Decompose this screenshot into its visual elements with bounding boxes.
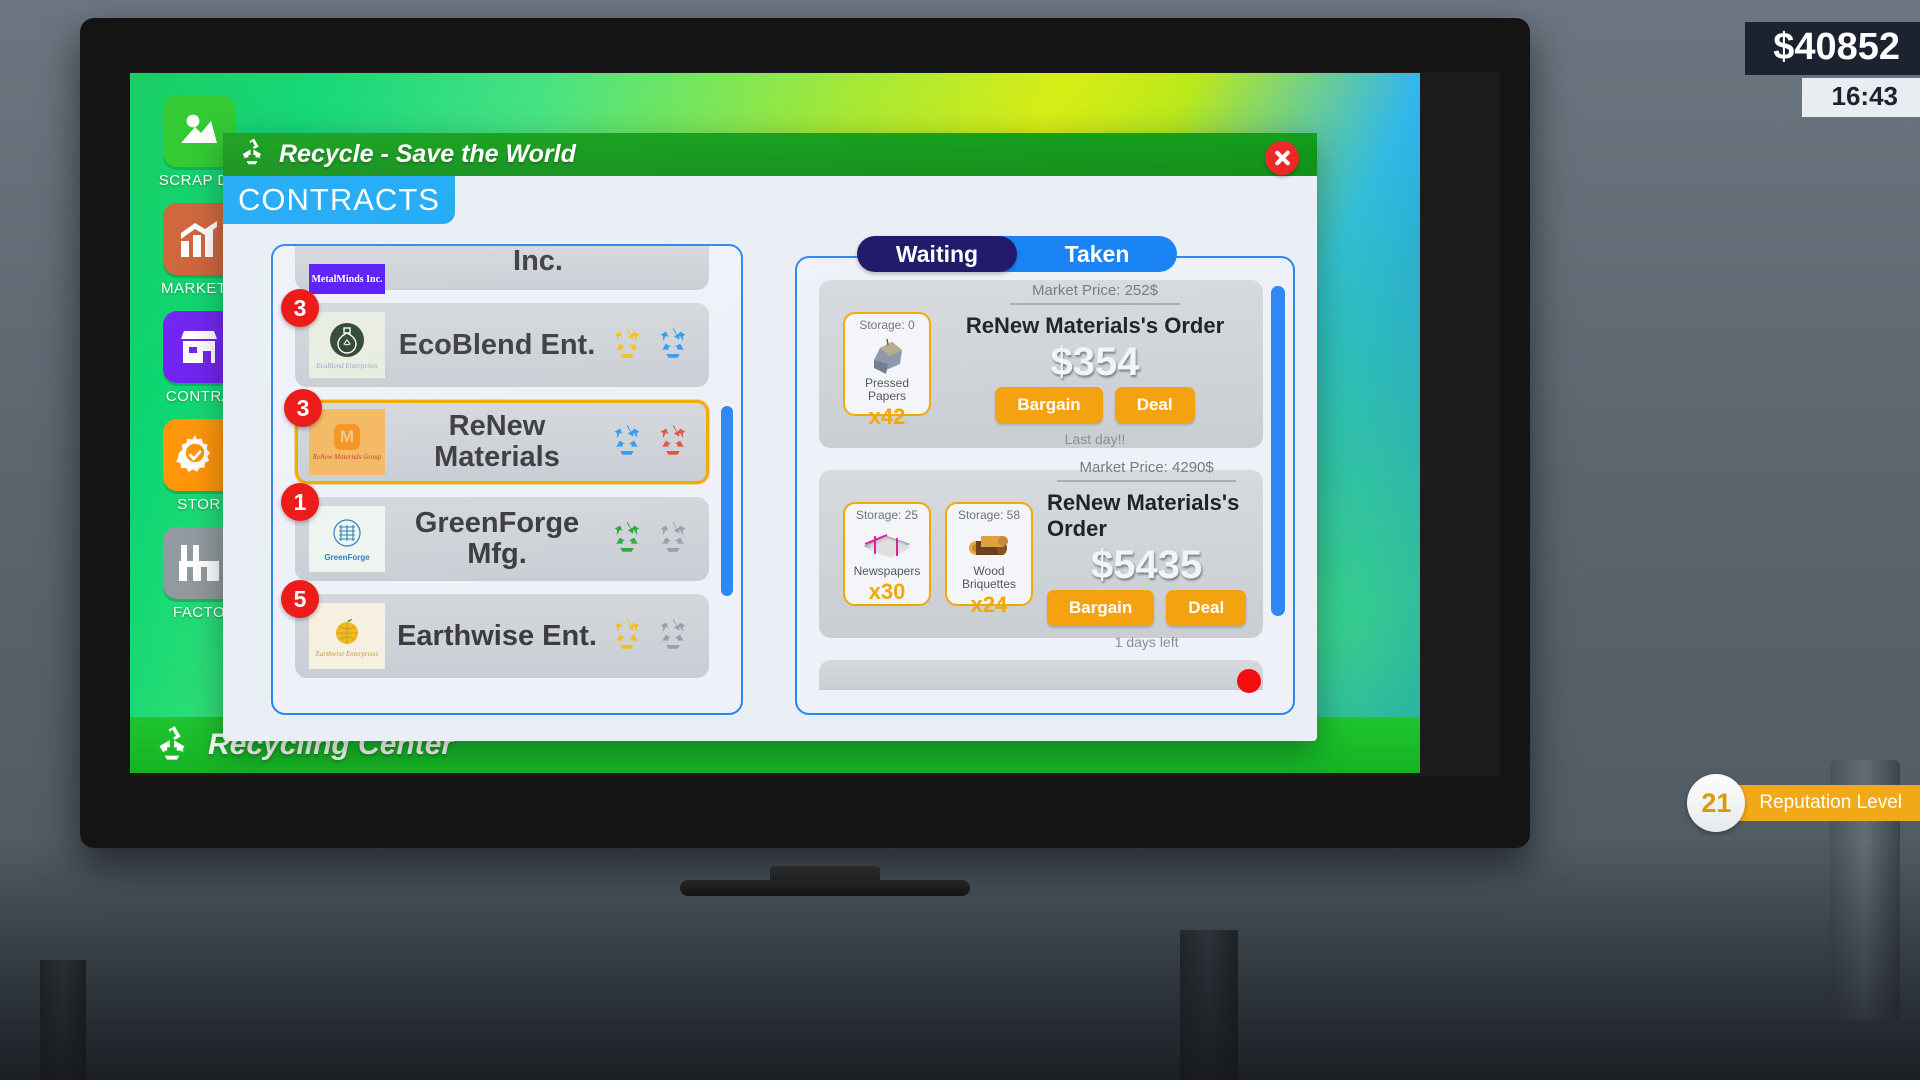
companies-list[interactable]: MetalMinds Inc. Inc. 3 EcoBlend Enterprises… [273,246,741,713]
contracts-modal: Recycle - Save the World CONTRACTS Metal… [223,133,1317,741]
company-name: Earthwise Ent. [397,619,597,652]
item-storage: Storage: 0 [859,318,915,332]
recycle-icon [609,519,645,560]
company-name: EcoBlend Ent. [398,328,596,361]
company-material-icons [609,519,695,560]
company-name: Inc. [513,245,563,277]
order-price: $354 [1050,339,1140,384]
orders-scrollbar[interactable] [1271,286,1285,616]
company-row[interactable]: 1 GreenForge GreenForge Mfg. [281,483,709,581]
orders-tab-bar[interactable]: Waiting Taken [857,236,1177,272]
recycle-icon [655,519,691,560]
order-info: Market Price: 252$ ReNew Materials's Orde… [945,282,1245,447]
hud-money: $40852 [1745,22,1920,75]
order-title: ReNew Materials's Order [1047,489,1240,541]
order-card-partial [819,660,1263,690]
order-deadline: 1 days left [1114,633,1179,650]
order-price: $5435 [1090,542,1203,587]
desk-leg-left [40,960,86,1080]
company-material-icons [609,616,695,657]
orders-panel: Storage: 0 Pressed Papers x42 Market Price:… [795,256,1295,715]
monitor: SCRAP DE MARKETP CONTRA STOR FACTO Recycling… [80,18,1530,896]
recycle-icon [655,325,691,366]
orders-tab-taken[interactable]: Taken [999,236,1177,272]
order-items: Storage: 0 Pressed Papers x42 [837,312,931,429]
bargain-button[interactable]: Bargain [1047,589,1155,626]
bargain-button[interactable]: Bargain [995,386,1103,423]
item-quantity: x24 [970,592,1008,618]
order-actions: Bargain Deal [995,386,1195,423]
order-card: Storage: 25 Newspapers x30 Storage: 58 Wood … [819,459,1263,650]
company-badge: 3 [281,289,319,327]
company-logo: Earthwise Enterprises [309,603,385,669]
item-quantity: x30 [868,579,906,605]
company-material-icons [609,325,695,366]
recycle-icon [609,616,645,657]
company-row[interactable]: 3 EcoBlend Enterprises EcoBlend Ent. [281,289,709,387]
monitor-stand-base [680,880,970,896]
recycle-icon [152,723,192,768]
tab-contracts-label: CONTRACTS [238,182,440,217]
item-name: Wood Briquettes [961,564,1017,592]
company-logo: M ReNew Materials Group [309,409,385,475]
modal-body: MetalMinds Inc. Inc. 3 EcoBlend Enterprises… [223,224,1317,741]
reputation-widget: 21 Reputation Level [1687,774,1920,832]
recycle-icon [609,422,645,463]
company-row[interactable]: MetalMinds Inc. Inc. [295,245,709,294]
item-storage: Storage: 58 [957,508,1021,522]
recycle-icon [237,137,267,172]
reputation-value: 21 [1687,774,1746,832]
company-logo: EcoBlend Enterprises [309,312,385,378]
order-item: Storage: 0 Pressed Papers x42 [843,312,931,429]
newspapers-icon [860,524,914,562]
game-screen: SCRAP DE MARKETP CONTRA STOR FACTO Recycling… [130,73,1420,773]
recycle-icon [609,325,645,366]
item-name: Pressed Papers [864,376,910,404]
company-badge: 5 [281,580,319,618]
orders-wrapper: Waiting Taken Storage: 0 Pressed Papers x42… [795,236,1295,715]
companies-scrollbar[interactable] [721,406,733,596]
order-actions: Bargain Deal [1047,589,1247,626]
order-item: Storage: 25 Newspapers x30 [843,502,931,606]
close-icon[interactable] [1265,141,1299,175]
deal-button[interactable]: Deal [1114,386,1195,423]
order-item: Storage: 58 Wood Briquettes x24 [945,502,1033,617]
company-row[interactable]: 3 M ReNew Materials Group ReNew Materials [284,389,709,484]
wood-briquettes-icon [962,524,1016,562]
order-card: Storage: 0 Pressed Papers x42 Market Price:… [819,280,1263,448]
desk-leg-right [1180,930,1238,1080]
item-quantity: x42 [868,404,906,430]
order-deadline: Last day!! [1064,430,1126,447]
order-title: ReNew Materials's Order [965,312,1225,338]
recycle-icon [655,616,691,657]
company-badge: 3 [284,389,322,427]
companies-list-panel: MetalMinds Inc. Inc. 3 EcoBlend Enterprises… [271,244,743,715]
deal-button[interactable]: Deal [1166,589,1247,626]
notification-dot-icon [1237,669,1261,693]
hud-time: 16:43 [1801,78,1920,117]
orders-tab-waiting[interactable]: Waiting [857,236,1017,272]
order-items: Storage: 25 Newspapers x30 Storage: 58 Wood … [837,502,1033,617]
reputation-label: Reputation Level [1731,785,1920,821]
company-name: ReNew Materials [434,410,560,473]
company-material-icons [609,422,695,463]
company-name: GreenForge Mfg. [414,507,580,570]
item-name: Newspapers [853,564,921,578]
company-badge: 1 [281,483,319,521]
sidebar-item-label: STOR [177,496,221,513]
tab-contracts[interactable]: CONTRACTS [223,176,455,224]
order-market-price: Market Price: 252$ [1010,282,1180,305]
company-row[interactable]: 5 Earthwise Enterprises Earthwise Ent. [281,580,709,678]
company-logo: GreenForge [309,506,385,572]
modal-title-bar: Recycle - Save the World [223,133,1317,176]
recycle-icon [655,422,691,463]
item-storage: Storage: 25 [855,508,919,522]
orders-list: Storage: 0 Pressed Papers x42 Market Price:… [819,280,1263,713]
pressed-papers-icon [860,334,914,374]
order-info: Market Price: 4290$ ReNew Materials's Ord… [1047,459,1247,650]
order-market-price: Market Price: 4290$ [1057,459,1236,482]
sidebar-item-label: FACTO [172,604,226,621]
modal-title: Recycle - Save the World [279,140,576,168]
